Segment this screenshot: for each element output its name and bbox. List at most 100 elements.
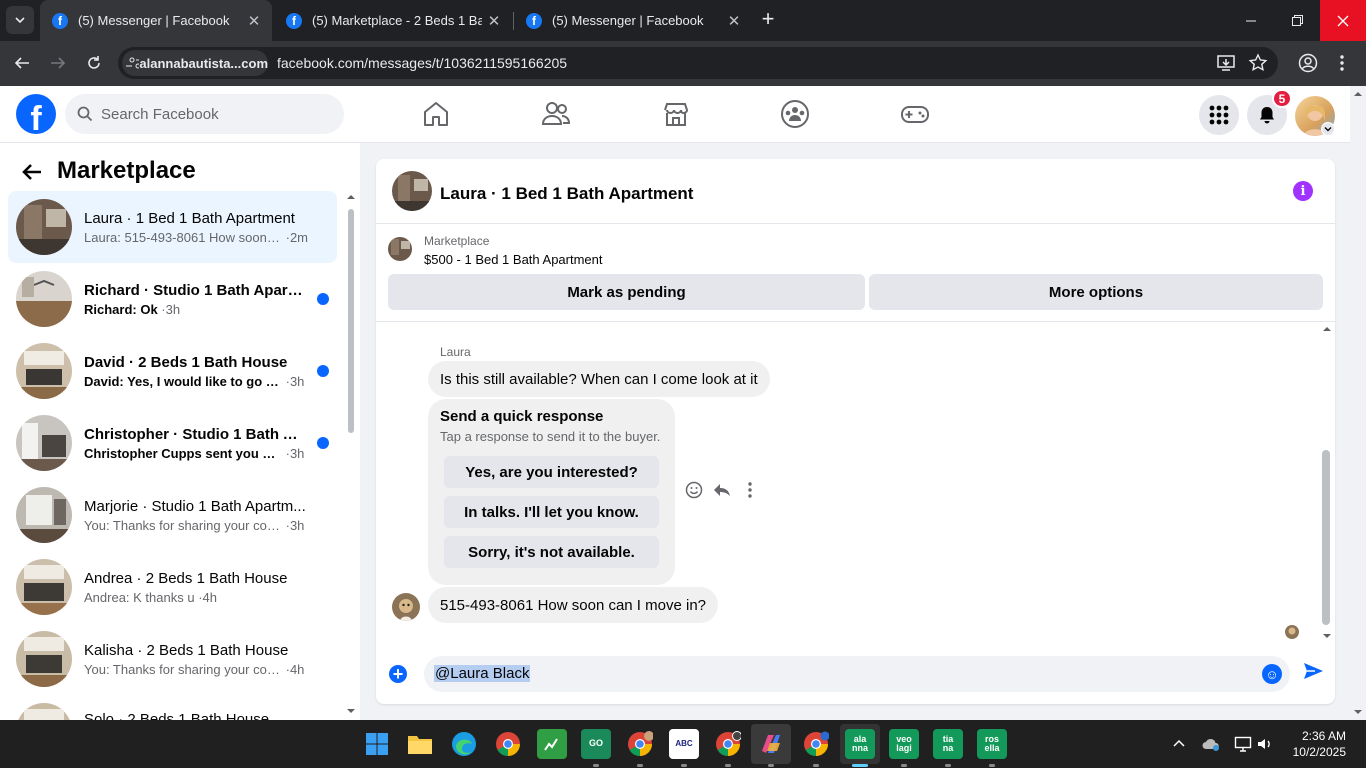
- info-icon[interactable]: i: [1293, 181, 1313, 201]
- onedrive-cloud-icon[interactable]: [1202, 736, 1220, 752]
- message-bubble[interactable]: 515-493-8061 How soon can I move in?: [428, 587, 719, 623]
- quick-response-yes-button[interactable]: Yes, are you interested?: [444, 456, 659, 488]
- add-attachment-plus-icon[interactable]: +: [389, 665, 407, 683]
- message-input-value[interactable]: @Laura Black: [434, 665, 531, 682]
- account-menu-chevron[interactable]: [1321, 122, 1335, 136]
- page-scrollbar[interactable]: [1350, 86, 1366, 720]
- quick-response-in-talks-button[interactable]: In talks. I'll let you know.: [444, 496, 659, 528]
- chrome-icon[interactable]: [493, 729, 523, 759]
- chrome-profile-icon[interactable]: [713, 729, 743, 759]
- profile-app-alanna[interactable]: ala nna: [845, 729, 875, 759]
- profile-icon[interactable]: [1298, 53, 1318, 73]
- bookmark-star-icon[interactable]: [1248, 53, 1268, 73]
- back-button[interactable]: [8, 49, 36, 77]
- conversation-name: Marjorie · Studio 1 Bath Apartm...: [84, 497, 306, 515]
- chevron-up-icon[interactable]: [1172, 737, 1186, 751]
- address-bar[interactable]: alannabautista...com facebook.com/messag…: [118, 47, 1278, 79]
- conversation-list-scroll-thumb[interactable]: [348, 209, 354, 433]
- copilot-icon[interactable]: [756, 729, 786, 759]
- home-icon[interactable]: [420, 98, 452, 130]
- reply-icon[interactable]: [712, 480, 732, 500]
- sheets-app-icon[interactable]: [537, 729, 567, 759]
- conversation-item[interactable]: Christopher · Studio 1 Bath Ap... Christ…: [8, 407, 337, 479]
- chat-listing-avatar[interactable]: [392, 171, 432, 211]
- chat-app-icon[interactable]: GO: [581, 729, 611, 759]
- marketplace-icon[interactable]: [660, 98, 692, 130]
- apps-grid-icon: [1209, 105, 1229, 125]
- url-text[interactable]: facebook.com/messages/t/1036211595166205: [277, 55, 567, 71]
- quick-response-not-available-button[interactable]: Sorry, it's not available.: [444, 536, 659, 568]
- conversation-item[interactable]: David · 2 Beds 1 Bath House David: Yes, …: [8, 335, 337, 407]
- profile-app-tiana[interactable]: tia na: [933, 729, 963, 759]
- conversation-name: David · 2 Beds 1 Bath House: [84, 353, 288, 371]
- browser-tab-1[interactable]: f (5) Messenger | Facebook ✕: [40, 0, 272, 41]
- profile-app-rosella[interactable]: ros ella: [977, 729, 1007, 759]
- browser-menu-icon[interactable]: [1336, 53, 1348, 73]
- file-explorer-icon[interactable]: [405, 729, 435, 759]
- back-arrow-icon[interactable]: [20, 160, 44, 184]
- groups-icon[interactable]: [779, 98, 811, 130]
- sender-avatar[interactable]: [392, 593, 420, 621]
- site-info-chip[interactable]: alannabautista...com: [122, 50, 268, 76]
- scroll-down-arrow-icon[interactable]: [1323, 632, 1331, 640]
- more-options-button[interactable]: More options: [869, 274, 1323, 310]
- minimize-button[interactable]: [1228, 0, 1274, 41]
- friends-icon[interactable]: [540, 98, 572, 130]
- scroll-up-arrow-icon[interactable]: [347, 193, 355, 201]
- abc-app-icon[interactable]: ABC: [669, 729, 699, 759]
- emoji-picker-icon[interactable]: ☺: [1262, 664, 1282, 684]
- chat-scroll-thumb[interactable]: [1322, 450, 1330, 625]
- message-bubble[interactable]: Is this still available? When can I come…: [428, 361, 770, 397]
- facebook-logo-icon[interactable]: f: [16, 94, 56, 134]
- notification-badge: 5: [1272, 89, 1292, 108]
- react-emoji-icon[interactable]: [684, 480, 704, 500]
- conversation-time: 4h: [202, 589, 217, 605]
- start-windows-icon[interactable]: [362, 729, 392, 759]
- gaming-icon[interactable]: [899, 98, 931, 130]
- conversation-item[interactable]: Richard · Studio 1 Bath Apartm... Richar…: [8, 263, 337, 335]
- chrome-profile-icon[interactable]: [801, 729, 831, 759]
- close-tab-icon[interactable]: ✕: [722, 12, 746, 30]
- volume-icon[interactable]: [1256, 735, 1274, 753]
- menu-button[interactable]: [1199, 95, 1239, 135]
- reload-button[interactable]: [80, 49, 108, 77]
- running-indicator: [813, 764, 819, 767]
- scroll-up-arrow-icon[interactable]: [1354, 90, 1362, 98]
- chrome-profile-icon[interactable]: [625, 729, 655, 759]
- conversation-item[interactable]: Laura · 1 Bed 1 Bath Apartment Laura: 51…: [8, 191, 337, 263]
- chat-title[interactable]: Laura · 1 Bed 1 Bath Apartment: [440, 184, 693, 204]
- conversation-item[interactable]: Andrea · 2 Beds 1 Bath House Andrea: K t…: [8, 551, 337, 623]
- scroll-up-arrow-icon[interactable]: [1323, 325, 1331, 333]
- conversation-preview: Laura: 515-493-8061 How soon ca...: [84, 229, 282, 245]
- display-icon[interactable]: [1234, 735, 1252, 753]
- close-tab-icon[interactable]: ✕: [482, 12, 506, 30]
- message-input[interactable]: @Laura Black ☺: [424, 656, 1290, 692]
- forward-button[interactable]: [44, 49, 72, 77]
- conversation-name: Solo · 2 Beds 1 Bath House: [84, 711, 270, 720]
- message-composer: + @Laura Black ☺: [376, 653, 1335, 704]
- browser-tab-3[interactable]: f (5) Messenger | Facebook ✕: [514, 0, 752, 41]
- conversation-item[interactable]: Solo · 2 Beds 1 Bath House: [8, 695, 337, 720]
- search-field[interactable]: Search Facebook: [65, 94, 344, 134]
- send-icon[interactable]: [1302, 660, 1324, 682]
- profile-app-veolagi[interactable]: veo lagi: [889, 729, 919, 759]
- tab-search-button[interactable]: [6, 6, 34, 34]
- conversation-item[interactable]: Kalisha · 2 Beds 1 Bath House You: Thank…: [8, 623, 337, 695]
- mark-as-pending-button[interactable]: Mark as pending: [388, 274, 865, 310]
- conversation-time: 3h: [165, 301, 181, 317]
- listing-thumbnail[interactable]: [388, 237, 412, 261]
- more-actions-icon[interactable]: [740, 480, 760, 500]
- edge-browser-icon[interactable]: [449, 729, 479, 759]
- browser-tab-2[interactable]: f (5) Marketplace - 2 Beds 1 Bath ✕: [274, 0, 512, 41]
- listing-title[interactable]: $500 - 1 Bed 1 Bath Apartment: [424, 252, 603, 267]
- new-tab-button[interactable]: +: [756, 8, 780, 32]
- scroll-down-arrow-icon[interactable]: [347, 707, 355, 715]
- restore-button[interactable]: [1274, 0, 1320, 41]
- taskbar-clock[interactable]: 2:36 AM 10/2/2025: [1282, 728, 1346, 760]
- conversation-item[interactable]: Marjorie · Studio 1 Bath Apartm... You: …: [8, 479, 337, 551]
- listing-thumbnail: [16, 559, 72, 615]
- install-app-icon[interactable]: [1216, 53, 1236, 73]
- close-window-button[interactable]: [1320, 0, 1366, 41]
- close-tab-icon[interactable]: ✕: [242, 12, 266, 30]
- scroll-down-arrow-icon[interactable]: [1354, 708, 1362, 716]
